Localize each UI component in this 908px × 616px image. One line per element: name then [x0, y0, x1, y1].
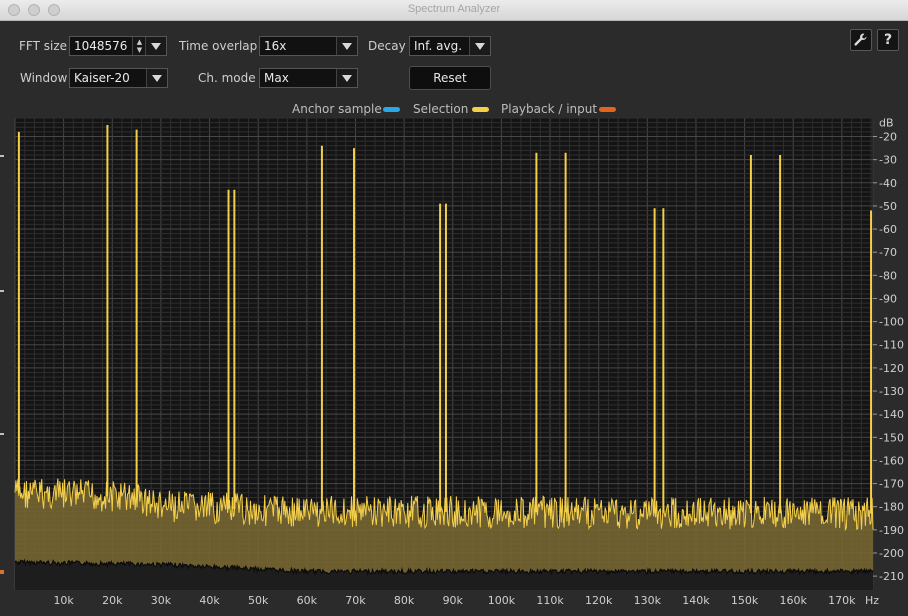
y-tick-label: -180 [879, 501, 904, 514]
x-tick-label: 40k [199, 594, 220, 607]
x-tick-label: 150k [731, 594, 759, 607]
y-tick-label: -90 [879, 292, 897, 305]
fft-size-select[interactable]: 1048576 ▲ ▼ [69, 36, 167, 56]
y-tick-label: -50 [879, 200, 897, 213]
x-tick-label: 70k [345, 594, 366, 607]
y-tick-label: -30 [879, 154, 897, 167]
y-tick-label: -100 [879, 316, 904, 329]
fft-size-value: 1048576 [74, 39, 128, 53]
y-tick-label: -170 [879, 478, 904, 491]
window-title: Spectrum Analyzer [407, 3, 501, 15]
fft-size-stepper[interactable]: ▲ ▼ [132, 37, 146, 55]
reset-button[interactable]: Reset [409, 66, 491, 90]
x-tick-label: 60k [297, 594, 318, 607]
ch-mode-label: Ch. mode [198, 71, 256, 85]
help-button[interactable]: ? [877, 29, 899, 51]
y-tick-label: -80 [879, 269, 897, 282]
x-tick-label: 20k [102, 594, 123, 607]
settings-button[interactable] [850, 29, 872, 51]
y-tick-label: -190 [879, 524, 904, 537]
y-tick-label: -110 [879, 339, 904, 352]
y-tick-label: -60 [879, 223, 897, 236]
chevron-down-icon[interactable] [146, 69, 167, 87]
time-overlap-label: Time overlap [179, 39, 258, 53]
x-tick-label: 100k [488, 594, 516, 607]
y-tick-label: -70 [879, 246, 897, 259]
legend-playback-swatch [599, 107, 616, 112]
decay-value: Inf. avg. [414, 39, 463, 53]
x-tick-label: 50k [248, 594, 269, 607]
x-tick-label: 140k [682, 594, 710, 607]
title-bar: Spectrum Analyzer [0, 0, 908, 21]
x-tick-label: 170k [828, 594, 856, 607]
y-tick-label: -20 [879, 131, 897, 144]
x-tick-label: 130k [634, 594, 662, 607]
decay-select[interactable]: Inf. avg. [409, 36, 491, 56]
chevron-down-icon[interactable] [336, 37, 357, 55]
y-tick-label: -200 [879, 547, 904, 560]
y-tick-label: -130 [879, 385, 904, 398]
y-unit-label: dB [879, 117, 894, 130]
fft-size-label: FFT size [19, 39, 68, 53]
x-tick-label: 10k [53, 594, 74, 607]
x-tick-label: 90k [443, 594, 464, 607]
window-select[interactable]: Kaiser-20 [69, 68, 168, 88]
y-tick-label: -40 [879, 177, 897, 190]
ch-mode-select[interactable]: Max [259, 68, 358, 88]
decay-label: Decay [368, 39, 406, 53]
x-tick-label: 80k [394, 594, 415, 607]
chevron-down-icon[interactable] [145, 37, 166, 55]
y-tick-label: -140 [879, 408, 904, 421]
x-tick-label: 160k [780, 594, 808, 607]
legend-selection-swatch [472, 107, 489, 112]
ch-mode-value: Max [264, 71, 289, 85]
x-tick-label: 110k [536, 594, 564, 607]
chevron-down-icon[interactable] [336, 69, 357, 87]
time-overlap-select[interactable]: 16x [259, 36, 358, 56]
window-value: Kaiser-20 [74, 71, 130, 85]
y-tick-label: -160 [879, 454, 904, 467]
y-tick-label: -150 [879, 431, 904, 444]
y-tick-label: -120 [879, 362, 904, 375]
x-tick-label: 120k [585, 594, 613, 607]
y-tick-label: -210 [879, 570, 904, 583]
wrench-icon [854, 33, 867, 46]
spectrum-plot[interactable]: 10k 20k 30k 40k 50k 60k 70k 80k 90k 100k 110k 120k 1… [0, 114, 908, 616]
legend-anchor-swatch [383, 107, 400, 112]
time-overlap-value: 16x [264, 39, 287, 53]
chevron-down-icon[interactable] [469, 37, 490, 55]
window-label: Window [20, 71, 68, 85]
x-tick-label: 30k [151, 594, 172, 607]
x-unit-label: Hz [865, 594, 879, 607]
